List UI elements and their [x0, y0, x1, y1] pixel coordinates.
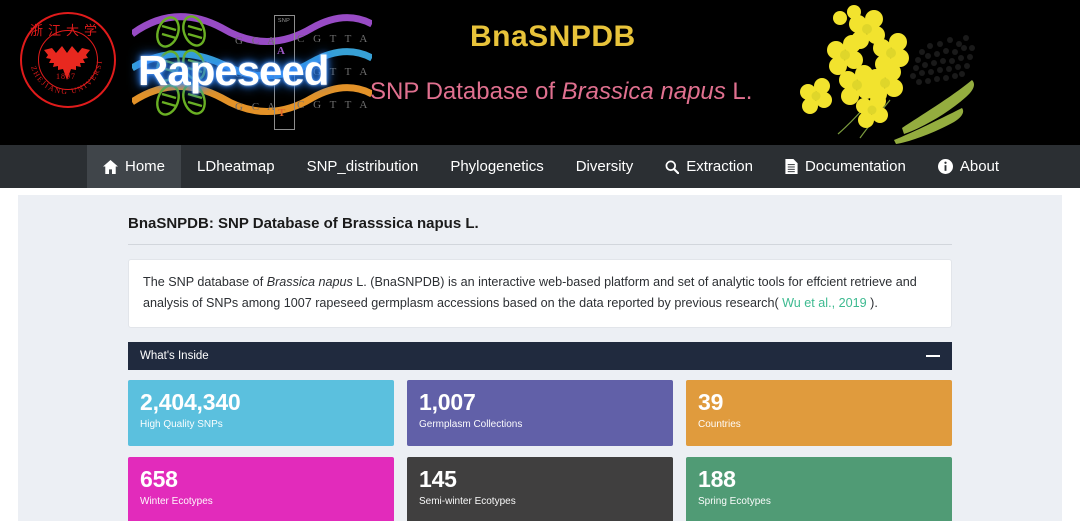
info-icon [937, 159, 953, 174]
description-part1: The SNP database of [143, 275, 267, 289]
page-root: 浙江大学 1897 ZHEJIANG UNIVERSITY [0, 0, 1080, 521]
minus-icon[interactable] [926, 355, 940, 357]
stat-value: 145 [419, 466, 457, 492]
reference-link[interactable]: Wu et al., 2019 [782, 296, 866, 310]
main-navigation: Home LDheatmap SNP_distribution Phylogen… [0, 145, 1080, 188]
svg-text:ZHEJIANG UNIVERSITY: ZHEJIANG UNIVERSITY [20, 12, 104, 96]
stat-label: High Quality SNPs [140, 419, 223, 430]
stat-label: Semi-winter Ecotypes [419, 496, 516, 507]
stat-card-countries[interactable]: 39 Countries [686, 380, 952, 446]
seal-english-text: ZHEJIANG UNIVERSITY [20, 12, 104, 96]
nav-label-ldheatmap: LDheatmap [197, 158, 275, 175]
subtitle-species: Brassica napus [561, 78, 726, 105]
stat-card-germplasm-collections[interactable]: 1,007 Germplasm Collections [407, 380, 673, 446]
stat-value: 188 [698, 466, 736, 492]
stat-label: Spring Ecotypes [698, 496, 771, 507]
stat-value: 39 [698, 389, 724, 415]
snp-box-label: SNP [277, 18, 291, 24]
description-part3: ). [866, 296, 878, 310]
rapeseed-wordmark: Rapeseed [138, 47, 329, 94]
site-banner: 浙江大学 1897 ZHEJIANG UNIVERSITY [0, 0, 1080, 145]
search-icon [665, 160, 680, 174]
site-subtitle: SNP Database of Brassica napus L. [370, 78, 752, 106]
dna-seq-left-top: G C A [235, 35, 279, 47]
snp-allele-t: T [278, 107, 286, 119]
description-card: The SNP database of Brassica napus L. (B… [128, 259, 952, 328]
panel-header: What's Inside [128, 342, 952, 370]
nav-item-about[interactable]: About [922, 145, 1015, 188]
nav-item-extraction[interactable]: Extraction [649, 145, 769, 188]
stat-card-grid: 2,404,340 High Quality SNPs 1,007 Germpl… [128, 370, 952, 521]
nav-item-ldheatmap[interactable]: LDheatmap [181, 145, 291, 188]
nav-label-home: Home [125, 158, 166, 175]
site-title: BnaSNPDB [470, 20, 636, 53]
page-title: BnaSNPDB: SNP Database of Brasssica napu… [128, 215, 952, 245]
panel-title: What's Inside [140, 350, 209, 362]
stat-card-spring-ecotypes[interactable]: 188 Spring Ecotypes [686, 457, 952, 521]
nav-label-extraction: Extraction [686, 158, 753, 175]
stat-card-winter-ecotypes[interactable]: 658 Winter Ecotypes [128, 457, 394, 521]
nav-item-phylogenetics[interactable]: Phylogenetics [434, 145, 559, 188]
stat-card-high-quality-snps[interactable]: 2,404,340 High Quality SNPs [128, 380, 394, 446]
nav-label-phylogenetics: Phylogenetics [450, 158, 544, 175]
rapeseed-seeds [910, 35, 975, 85]
stat-value: 2,404,340 [140, 389, 241, 415]
nav-label-snp-distribution: SNP_distribution [306, 158, 419, 175]
rapeseed-plant-illustration [800, 5, 975, 144]
page-container: BnaSNPDB: SNP Database of Brasssica napu… [18, 195, 1062, 521]
content-column: BnaSNPDB: SNP Database of Brasssica napu… [18, 195, 1062, 521]
zju-logo: 浙江大学 1897 ZHEJIANG UNIVERSITY [20, 12, 118, 110]
nav-label-about: About [959, 158, 1000, 175]
subtitle-prefix: SNP Database of [370, 78, 562, 105]
nav-item-diversity[interactable]: Diversity [560, 145, 650, 188]
stat-label: Countries [698, 419, 741, 430]
nav-item-home[interactable]: Home [87, 145, 182, 188]
document-icon [785, 159, 798, 174]
stat-value: 658 [140, 466, 178, 492]
stat-card-semi-winter-ecotypes[interactable]: 145 Semi-winter Ecotypes [407, 457, 673, 521]
stat-label: Winter Ecotypes [140, 496, 213, 507]
dna-seq-right-top: C G T T A G A [297, 33, 372, 45]
stat-label: Germplasm Collections [419, 419, 523, 430]
nav-item-documentation[interactable]: Documentation [769, 145, 922, 188]
nav-item-snp-distribution[interactable]: SNP_distribution [291, 145, 435, 188]
description-species: Brassica napus [266, 275, 353, 289]
stat-value: 1,007 [419, 389, 476, 415]
seed-pods [894, 80, 974, 144]
home-icon [103, 159, 118, 174]
dna-seq-right-bot: C G T T A G A [297, 99, 372, 111]
subtitle-suffix: L. [725, 78, 753, 105]
nav-label-documentation: Documentation [804, 158, 906, 175]
nav-label-diversity: Diversity [575, 158, 634, 175]
whats-inside-panel: What's Inside 2,404,340 High Quality SNP… [128, 342, 952, 521]
dna-seq-left-bot: G C A [235, 101, 279, 113]
